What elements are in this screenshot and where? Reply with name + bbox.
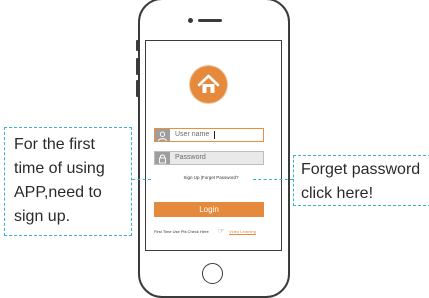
forget-callout-line-1: Forget password [301, 161, 421, 178]
front-camera [188, 18, 193, 23]
signup-callout-line-1: For the first [14, 136, 95, 153]
login-button[interactable]: Login [154, 202, 264, 217]
forget-callout-text: Forget password click here! [301, 158, 420, 206]
signup-callout: For the first time of using APP,need to … [4, 127, 132, 236]
video-learning-link[interactable]: Video Learning [229, 229, 256, 234]
speaker-grille [198, 19, 222, 22]
forget-password-callout: Forget password click here! [293, 155, 429, 206]
signup-callout-line-3: APP,need to [14, 184, 102, 201]
lock-icon [155, 152, 170, 164]
signup-callout-text: For the first time of using APP,need to … [14, 133, 105, 229]
mute-switch [136, 40, 139, 51]
volume-up-button [136, 58, 139, 75]
signup-callout-line-2: time of using [14, 160, 105, 177]
forget-callout-line-2: click here! [301, 185, 374, 202]
username-field[interactable]: User name [154, 128, 264, 142]
first-time-hint: First Time Use Pls Check Here [154, 229, 209, 234]
signup-callout-line-4: sign up. [14, 208, 71, 225]
user-icon [155, 129, 170, 142]
app-logo-icon [190, 66, 227, 103]
left-connector-line [132, 179, 151, 180]
username-placeholder: User name [175, 131, 210, 138]
home-button[interactable] [202, 263, 223, 284]
right-connector-line [253, 179, 293, 180]
pointing-hand-icon: ☞ [218, 228, 225, 235]
password-placeholder: Password [175, 154, 206, 161]
volume-down-button [136, 80, 139, 97]
password-field[interactable]: Password [154, 151, 264, 165]
text-cursor [214, 131, 215, 139]
